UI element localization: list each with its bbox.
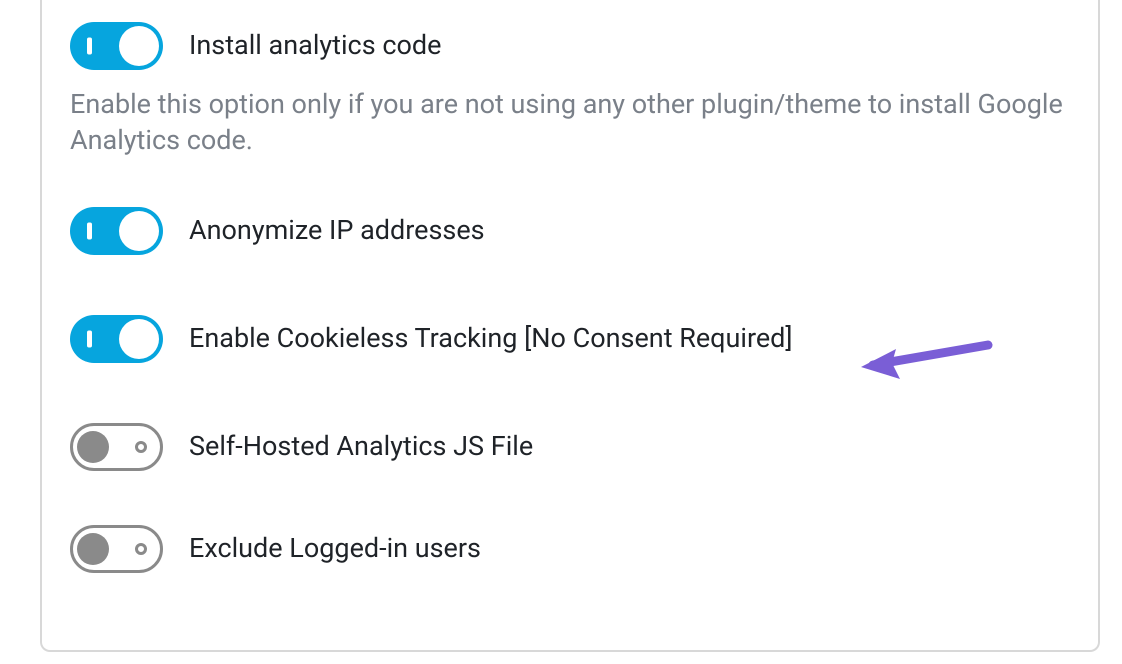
label-cookieless-tracking: Enable Cookieless Tracking [No Consent R… bbox=[189, 321, 793, 356]
toggle-on-indicator-icon bbox=[87, 222, 92, 239]
setting-install-analytics: Install analytics code bbox=[70, 22, 1070, 70]
toggle-on-indicator-icon bbox=[87, 330, 92, 347]
description-install-analytics: Enable this option only if you are not u… bbox=[70, 86, 1070, 159]
label-install-analytics: Install analytics code bbox=[189, 28, 441, 63]
settings-panel: Install analytics code Enable this optio… bbox=[40, 0, 1100, 652]
toggle-knob-icon bbox=[119, 319, 159, 359]
toggle-knob-icon bbox=[119, 211, 159, 251]
setting-cookieless-tracking: Enable Cookieless Tracking [No Consent R… bbox=[70, 315, 1070, 363]
setting-self-hosted-js: Self-Hosted Analytics JS File bbox=[70, 423, 1070, 471]
toggle-knob-icon bbox=[77, 533, 109, 565]
toggle-install-analytics[interactable] bbox=[70, 22, 163, 70]
label-exclude-logged-in: Exclude Logged-in users bbox=[189, 531, 481, 566]
toggle-cookieless-tracking[interactable] bbox=[70, 315, 163, 363]
toggle-self-hosted-js[interactable] bbox=[70, 423, 163, 471]
label-anonymize-ip: Anonymize IP addresses bbox=[189, 213, 485, 248]
setting-exclude-logged-in: Exclude Logged-in users bbox=[70, 525, 1070, 573]
toggle-knob-icon bbox=[77, 431, 109, 463]
toggle-knob-icon bbox=[119, 26, 159, 66]
setting-anonymize-ip: Anonymize IP addresses bbox=[70, 207, 1070, 255]
toggle-anonymize-ip[interactable] bbox=[70, 207, 163, 255]
toggle-on-indicator-icon bbox=[87, 38, 92, 55]
toggle-off-indicator-icon bbox=[135, 543, 147, 555]
toggle-off-indicator-icon bbox=[135, 441, 147, 453]
toggle-exclude-logged-in[interactable] bbox=[70, 525, 163, 573]
label-self-hosted-js: Self-Hosted Analytics JS File bbox=[189, 429, 533, 464]
